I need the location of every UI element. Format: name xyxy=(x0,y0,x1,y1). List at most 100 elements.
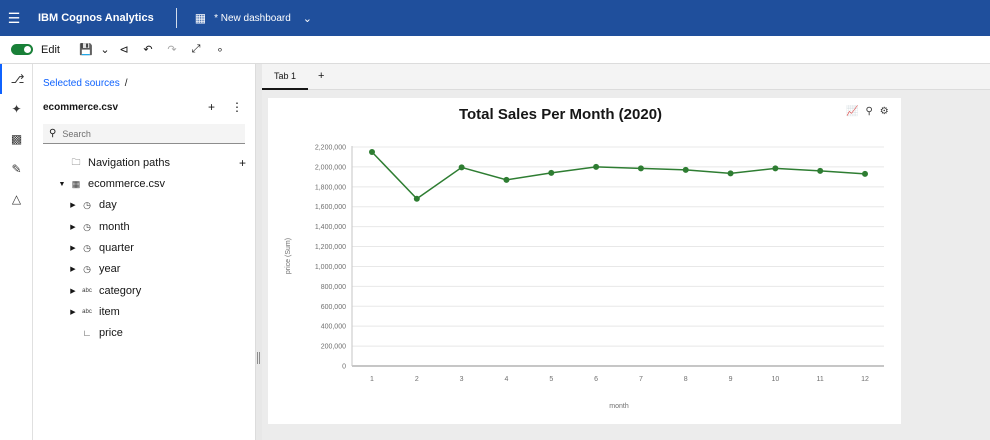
hamburger-icon[interactable]: ☰ xyxy=(0,0,28,36)
dashboard-icon: ▦ xyxy=(194,11,207,25)
folder-icon: 🗀 xyxy=(71,157,81,167)
tree-item-navigation-paths[interactable]: 🗀 Navigation paths + xyxy=(56,154,246,172)
search-placeholder: Search xyxy=(62,128,91,139)
redo-icon[interactable]: ↷ xyxy=(160,43,184,56)
x-axis-label: month xyxy=(609,403,629,410)
add-tab-button[interactable]: + xyxy=(318,70,324,82)
tree-item-day[interactable]: ▶ ◷ day xyxy=(67,196,117,214)
data-point[interactable] xyxy=(548,169,555,176)
tree-item-label: quarter xyxy=(99,242,134,254)
fullscreen-icon[interactable]: ⤢ xyxy=(184,43,208,56)
search-icon: ⚲ xyxy=(49,128,57,139)
data-point[interactable] xyxy=(369,148,375,155)
tree-item-label: year xyxy=(99,263,121,275)
y-tick-label: 600,000 xyxy=(321,304,346,311)
tab-1[interactable]: Tab 1 xyxy=(262,64,308,90)
add-navigation-path-icon[interactable]: + xyxy=(239,156,246,170)
caret-right-icon[interactable]: ▶ xyxy=(67,201,79,209)
y-tick-label: 2,200,000 xyxy=(315,145,346,152)
y-tick-label: 1,800,000 xyxy=(315,184,346,191)
x-tick-label: 8 xyxy=(684,376,688,383)
chevron-down-icon[interactable]: ⌄ xyxy=(303,12,312,25)
more-options-icon[interactable]: ⋮ xyxy=(231,100,243,114)
filter-connect-icon[interactable]: ∘ xyxy=(208,43,232,56)
x-tick-label: 12 xyxy=(861,376,869,383)
edit-toggle[interactable] xyxy=(11,44,33,55)
sources-panel: Selected sources / ecommerce.csv + ⋮ ⚲ Se… xyxy=(33,64,255,440)
measure-icon: ∟ xyxy=(82,328,92,338)
breadcrumb-selected-sources[interactable]: Selected sources xyxy=(43,78,120,89)
share-icon[interactable]: ⊲ xyxy=(112,43,136,56)
app-name: IBM Cognos Analytics xyxy=(38,12,154,24)
tree-item-item[interactable]: ▶ abc item xyxy=(67,303,120,321)
data-point[interactable] xyxy=(817,167,824,174)
x-axis-ticks: 1 2 3 4 5 6 7 8 9 10 11 12 xyxy=(370,376,869,383)
data-point[interactable] xyxy=(727,170,734,177)
x-tick-label: 3 xyxy=(460,376,464,383)
assistant-icon[interactable]: △ xyxy=(0,184,33,214)
data-point[interactable] xyxy=(458,164,465,171)
tree-item-price[interactable]: ∟ price xyxy=(67,324,123,342)
tree-item-ecommerce-csv[interactable]: ▼ ▦ ecommerce.csv xyxy=(56,175,166,193)
data-point[interactable] xyxy=(593,163,600,170)
undo-icon[interactable]: ↶ xyxy=(136,43,160,56)
y-tick-label: 2,000,000 xyxy=(315,164,346,171)
clock-icon: ◷ xyxy=(83,242,91,253)
y-tick-label: 1,000,000 xyxy=(315,264,346,271)
caret-right-icon[interactable]: ▶ xyxy=(67,287,79,295)
x-tick-label: 2 xyxy=(415,376,419,383)
table-icon: ▦ xyxy=(71,178,81,189)
dashboard-toolbar: Edit 💾 ⌄ ⊲ ↶ ↷ ⤢ ∘ xyxy=(0,36,990,64)
breadcrumb: Selected sources / xyxy=(43,78,128,89)
x-tick-label: 7 xyxy=(639,376,643,383)
panel-splitter[interactable] xyxy=(255,64,262,440)
caret-right-icon[interactable]: ▶ xyxy=(67,308,79,316)
y-tick-label: 200,000 xyxy=(321,344,346,351)
chevron-down-icon[interactable]: ⌄ xyxy=(98,43,112,56)
data-point[interactable] xyxy=(682,166,689,173)
tree-item-quarter[interactable]: ▶ ◷ quarter xyxy=(67,239,134,257)
caret-right-icon[interactable]: ▶ xyxy=(67,244,79,252)
caret-right-icon[interactable]: ▶ xyxy=(67,265,79,273)
pin-icon[interactable]: ✦ xyxy=(0,94,33,124)
add-source-icon[interactable]: + xyxy=(208,100,215,114)
abc-icon: abc xyxy=(82,288,92,294)
series-line xyxy=(371,151,866,200)
x-tick-label: 11 xyxy=(817,376,824,383)
widgets-icon[interactable]: ✎ xyxy=(0,154,33,184)
search-input[interactable]: ⚲ Search xyxy=(43,124,245,144)
source-name: ecommerce.csv xyxy=(43,102,119,113)
data-point[interactable] xyxy=(413,195,420,202)
y-axis-label: price (Sum) xyxy=(285,238,292,274)
data-point[interactable] xyxy=(862,170,868,177)
abc-icon: abc xyxy=(82,309,92,315)
tree-item-category[interactable]: ▶ abc category xyxy=(67,282,141,300)
data-point[interactable] xyxy=(637,165,644,172)
x-tick-label: 5 xyxy=(549,376,553,383)
save-icon[interactable]: 💾 xyxy=(74,43,98,56)
dashboard-name[interactable]: * New dashboard xyxy=(214,13,291,24)
tree-item-year[interactable]: ▶ ◷ year xyxy=(67,260,120,278)
tree-item-label: category xyxy=(99,285,142,297)
tree-item-month[interactable]: ▶ ◷ month xyxy=(67,218,129,236)
data-sources-icon[interactable]: ⎇ xyxy=(0,64,33,94)
tree-item-label: item xyxy=(99,306,120,318)
clock-icon: ◷ xyxy=(83,199,91,210)
caret-right-icon[interactable]: ▶ xyxy=(67,223,79,231)
y-tick-label: 800,000 xyxy=(321,284,346,291)
caret-down-icon[interactable]: ▼ xyxy=(56,181,68,188)
splitter-grip[interactable] xyxy=(257,352,260,364)
y-axis-ticks: 0 200,000 400,000 600,000 800,000 1,000,000 1,… xyxy=(315,145,346,371)
y-tick-label: 1,400,000 xyxy=(315,224,346,231)
data-point[interactable] xyxy=(503,176,510,183)
data-point[interactable] xyxy=(772,165,779,172)
y-tick-label: 0 xyxy=(342,364,346,371)
dashboard-tabs: Tab 1 + xyxy=(262,64,990,90)
line-chart: 0 200,000 400,000 600,000 800,000 1,000,000 1,… xyxy=(285,145,884,410)
tree-item-label: day xyxy=(99,199,117,211)
clock-icon: ◷ xyxy=(83,263,91,274)
tree-item-label: price xyxy=(99,327,123,339)
edit-label: Edit xyxy=(41,43,60,56)
clock-icon: ◷ xyxy=(83,221,91,232)
visualizations-icon[interactable]: ▩ xyxy=(0,124,33,154)
